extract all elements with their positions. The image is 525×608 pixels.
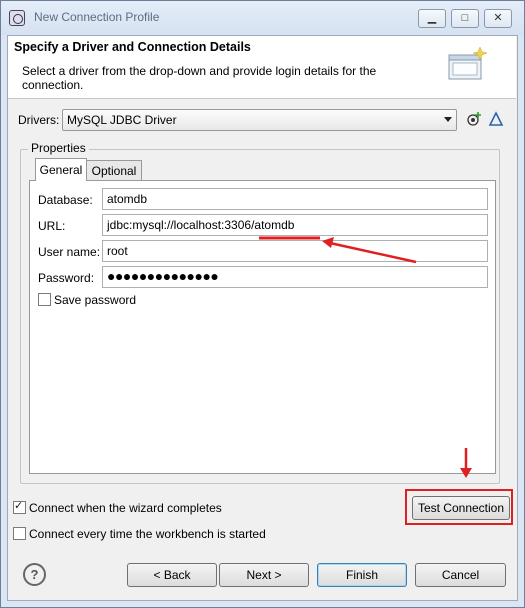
url-arrowhead-annotation [322, 237, 334, 248]
test-connection-arrowhead-annotation [460, 468, 472, 478]
url-arrow-annotation [329, 241, 417, 264]
annotation-overlay [259, 236, 472, 478]
tab-general[interactable]: General [35, 158, 87, 181]
